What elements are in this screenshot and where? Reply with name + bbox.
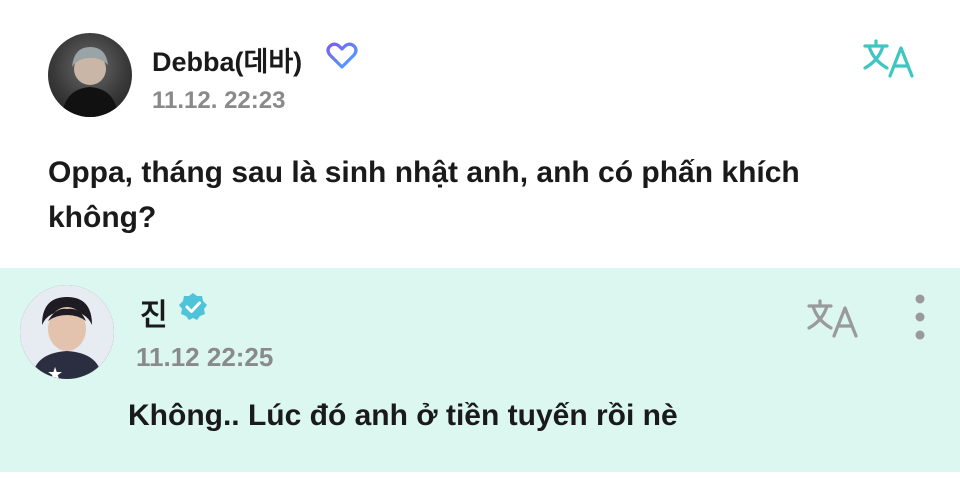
comment-thread: Debba(데바) 11.12. 22:23 Oppa, tháng sau l…	[0, 0, 960, 484]
bottom-divider	[0, 472, 960, 484]
fan-avatar[interactable]	[48, 33, 132, 117]
artist-reply: ★ 진 11.12 22:25 Không.. Lúc đó anh ở tiề…	[0, 268, 960, 472]
fan-avatar-image	[62, 47, 118, 117]
translate-icon[interactable]	[862, 36, 916, 80]
fan-author-name[interactable]: Debba(데바)	[152, 40, 302, 79]
reply-timestamp: 11.12 22:25	[136, 342, 274, 372]
artist-author-name[interactable]: 진	[140, 290, 168, 334]
fan-post: Debba(데바) 11.12. 22:23 Oppa, tháng sau l…	[0, 0, 960, 268]
artist-avatar[interactable]: ★	[20, 285, 114, 379]
heart-badge-icon	[326, 42, 358, 69]
fan-post-text: Oppa, tháng sau là sinh nhật anh, anh có…	[48, 156, 800, 234]
star-icon: ★	[47, 364, 64, 379]
fan-post-timestamp: 11.12. 22:23	[152, 87, 286, 114]
reply-text: Không.. Lúc đó anh ở tiền tuyến rồi nè	[128, 399, 678, 432]
more-vertical-icon[interactable]	[906, 292, 934, 342]
translate-icon[interactable]	[806, 296, 860, 340]
artist-avatar-image	[20, 285, 114, 379]
verified-badge-icon	[179, 293, 207, 320]
